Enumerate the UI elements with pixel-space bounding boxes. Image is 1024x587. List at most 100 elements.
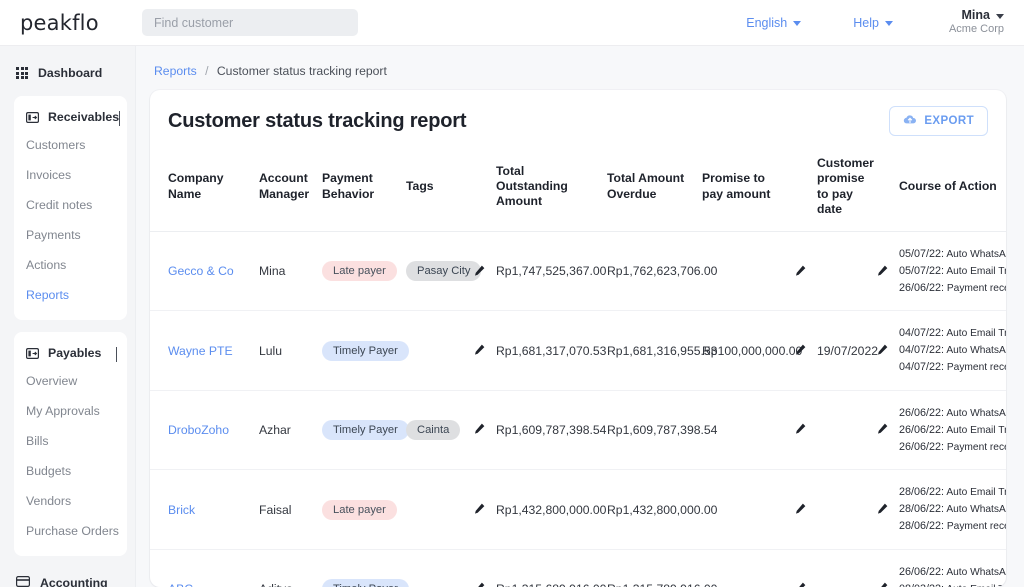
edit-pencil-icon[interactable] bbox=[474, 582, 485, 587]
cell-promise-date-edit[interactable] bbox=[871, 549, 893, 587]
sidebar-item-vendors[interactable]: Vendors bbox=[14, 486, 127, 516]
edit-pencil-icon[interactable] bbox=[795, 503, 806, 517]
sidebar-item-customers[interactable]: Customers bbox=[14, 130, 127, 160]
cell-tags-edit[interactable] bbox=[468, 549, 490, 587]
edit-pencil-icon[interactable] bbox=[474, 265, 485, 279]
cell-promise-amount-edit[interactable] bbox=[789, 231, 811, 312]
cell-promise-amount-edit[interactable] bbox=[789, 390, 811, 471]
help-menu[interactable]: Help bbox=[827, 16, 919, 30]
edit-pencil-icon[interactable] bbox=[877, 344, 888, 358]
cell-promise-amount-edit[interactable] bbox=[789, 549, 811, 587]
cell-payment-behavior: Timely Payer bbox=[316, 390, 409, 471]
edit-pencil-icon[interactable] bbox=[877, 503, 888, 517]
sidebar-item-credit-notes[interactable]: Credit notes bbox=[14, 190, 127, 220]
edit-pencil-icon[interactable] bbox=[795, 344, 806, 358]
sidebar-item-budgets[interactable]: Budgets bbox=[14, 456, 127, 486]
course-of-action-date: 05/07/22: bbox=[899, 248, 945, 260]
column-header-payment-behavior[interactable]: Payment Behavior bbox=[316, 146, 400, 232]
export-button-label: EXPORT bbox=[924, 115, 974, 127]
payment-behavior-badge: Timely Payer bbox=[322, 340, 409, 361]
edit-pencil-icon[interactable] bbox=[877, 265, 888, 279]
column-header-tags[interactable]: Tags bbox=[400, 146, 468, 232]
cell-promise-amount-edit[interactable] bbox=[789, 469, 811, 550]
course-of-action-date: 28/06/22: bbox=[899, 519, 945, 532]
course-of-action-text: Auto Email Triggered bbox=[946, 584, 1006, 587]
sidebar-item-my-approvals[interactable]: My Approvals bbox=[14, 396, 127, 426]
course-of-action-text: Auto WhatsApp Triggered bbox=[946, 566, 1006, 578]
column-header-customer-promise-to-pay-date[interactable]: Customer promise to pay date bbox=[811, 146, 874, 232]
sidebar-item-invoices[interactable]: Invoices bbox=[14, 160, 127, 190]
cell-tags bbox=[400, 310, 468, 391]
sidebar-item-accounting[interactable]: Accounting bbox=[0, 568, 135, 587]
cell-tags-edit[interactable] bbox=[468, 310, 490, 391]
column-header-total-outstanding-amount[interactable]: Total Outstanding Amount bbox=[490, 146, 601, 232]
column-header-course-of-action[interactable]: Course of Action bbox=[893, 146, 1006, 232]
sidebar-item-bills[interactable]: Bills bbox=[14, 426, 127, 456]
column-header-promise-to-pay-amount[interactable]: Promise to pay amount bbox=[696, 146, 789, 232]
edit-pencil-icon[interactable] bbox=[474, 344, 485, 358]
table-scroll-area[interactable]: Company Name Account Manager Payment Beh… bbox=[150, 146, 1006, 587]
edit-pencil-icon[interactable] bbox=[795, 582, 806, 587]
column-header-company-name[interactable]: Company Name bbox=[150, 146, 253, 232]
cell-promise-date-edit[interactable] bbox=[871, 469, 893, 550]
cell-company-name[interactable]: Wayne PTE bbox=[150, 310, 253, 391]
edit-pencil-icon[interactable] bbox=[877, 423, 888, 437]
sidebar-group-header-payables[interactable]: Payables bbox=[14, 340, 127, 366]
cell-promise-date-edit[interactable] bbox=[871, 390, 893, 471]
table-row: DroboZoho Azhar Timely Payer Cainta Rp1,609,… bbox=[150, 390, 1006, 471]
cell-promise-date-edit[interactable] bbox=[871, 231, 893, 312]
page-title: Customer status tracking report bbox=[168, 109, 467, 132]
export-button[interactable]: EXPORT bbox=[889, 106, 988, 136]
sidebar-item-label: Dashboard bbox=[38, 66, 103, 80]
column-header-promise-amount-edit-spacer bbox=[789, 146, 811, 232]
cell-company-name[interactable]: Brick bbox=[150, 469, 253, 550]
report-card: Customer status tracking report EXPORT C… bbox=[150, 90, 1006, 587]
course-of-action-date: 26/06/22: bbox=[899, 281, 945, 294]
sidebar-item-reports[interactable]: Reports bbox=[14, 280, 127, 310]
cell-course-of-action: 26/06/22: Auto WhatsApp Triggered 08/03/2… bbox=[893, 549, 1006, 587]
column-header-account-manager[interactable]: Account Manager bbox=[253, 146, 316, 232]
cell-tags: Pasay City bbox=[400, 231, 482, 312]
cloud-upload-icon bbox=[903, 114, 917, 128]
course-of-action-date: 26/06/22: bbox=[899, 440, 945, 453]
cell-payment-behavior: Late payer bbox=[316, 469, 400, 550]
course-of-action-date: 26/06/22: bbox=[899, 565, 945, 578]
edit-pencil-icon[interactable] bbox=[795, 265, 806, 279]
sidebar-item-payments[interactable]: Payments bbox=[14, 220, 127, 250]
cell-tags-edit[interactable] bbox=[468, 469, 490, 550]
sidebar-group-header-receivables[interactable]: Receivables bbox=[14, 104, 127, 130]
edit-pencil-icon[interactable] bbox=[877, 582, 888, 587]
course-of-action-text: Payment received bbox=[946, 282, 1006, 294]
sidebar-group-receivables: Receivables Customers Invoices Credit no… bbox=[14, 96, 127, 320]
course-of-action-date: 08/03/22: bbox=[899, 583, 944, 587]
cell-company-name[interactable]: Gecco & Co bbox=[150, 231, 253, 312]
course-of-action-entry: 04/07/22: Payment received bbox=[899, 359, 1006, 376]
cell-tags bbox=[400, 469, 468, 550]
column-header-tags-edit-spacer bbox=[468, 146, 490, 232]
column-header-promise-date-edit-spacer bbox=[871, 146, 893, 232]
cell-company-name[interactable]: ABC bbox=[150, 549, 253, 587]
edit-pencil-icon[interactable] bbox=[474, 423, 485, 437]
breadcrumb-link-reports[interactable]: Reports bbox=[154, 64, 197, 78]
breadcrumb-separator: / bbox=[205, 64, 209, 78]
table-header: Company Name Account Manager Payment Beh… bbox=[150, 146, 1006, 232]
cell-company-name[interactable]: DroboZoho bbox=[150, 390, 253, 471]
sidebar-item-purchase-orders[interactable]: Purchase Orders bbox=[14, 516, 127, 546]
edit-pencil-icon[interactable] bbox=[474, 503, 485, 517]
edit-pencil-icon[interactable] bbox=[795, 423, 806, 437]
course-of-action-entry: 26/06/22: Auto WhatsApp Triggered bbox=[899, 405, 1006, 422]
column-header-total-amount-overdue[interactable]: Total Amount Overdue bbox=[601, 146, 696, 232]
course-of-action-date: 26/06/22: bbox=[899, 406, 945, 419]
user-menu[interactable]: Mina Acme Corp bbox=[919, 8, 1004, 37]
peakflo-logo[interactable]: peakflo bbox=[0, 11, 136, 35]
table-row: Wayne PTE Lulu Timely Payer Rp1,681,317,070… bbox=[150, 310, 1006, 391]
course-of-action-text: Auto Email Triggered bbox=[946, 328, 1006, 340]
sidebar-item-dashboard[interactable]: Dashboard bbox=[0, 58, 135, 88]
sidebar-item-overview[interactable]: Overview bbox=[14, 366, 127, 396]
customer-status-table: Company Name Account Manager Payment Beh… bbox=[150, 146, 1006, 587]
cell-tags-edit[interactable] bbox=[468, 390, 490, 471]
language-selector[interactable]: English bbox=[720, 16, 827, 30]
cell-account-manager: Mina bbox=[253, 231, 316, 312]
sidebar-item-actions[interactable]: Actions bbox=[14, 250, 127, 280]
search-input[interactable] bbox=[142, 9, 358, 36]
